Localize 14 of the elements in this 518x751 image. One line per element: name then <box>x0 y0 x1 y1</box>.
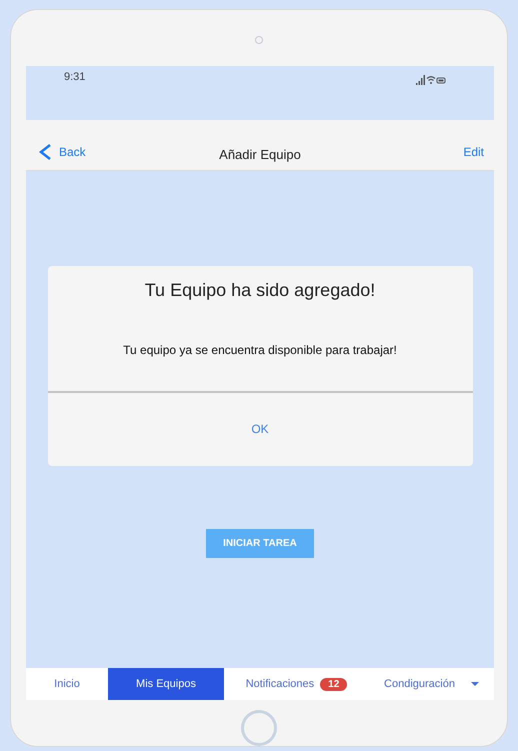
nav-title: Añadir Equipo <box>219 146 301 162</box>
camera-icon <box>255 36 263 44</box>
ok-button[interactable]: OK <box>48 390 472 466</box>
back-button[interactable]: Back <box>38 142 86 161</box>
count-badge: 12 <box>320 678 348 691</box>
chevron-left-icon <box>38 142 52 161</box>
dialog-message: Tu equipo ya se encuentra disponible para trabajar! <box>123 342 397 359</box>
home-button[interactable] <box>241 710 277 746</box>
dialog-title: Tu Equipo ha sido agregado! <box>144 280 376 301</box>
status-icons-icon <box>416 74 446 85</box>
tab[interactable]: Mis Equipos <box>108 668 224 700</box>
start-task-button[interactable]: INICIAR TAREA <box>206 528 314 558</box>
status-time: 9:31 <box>64 70 86 83</box>
edit-button[interactable]: Edit <box>463 144 484 159</box>
